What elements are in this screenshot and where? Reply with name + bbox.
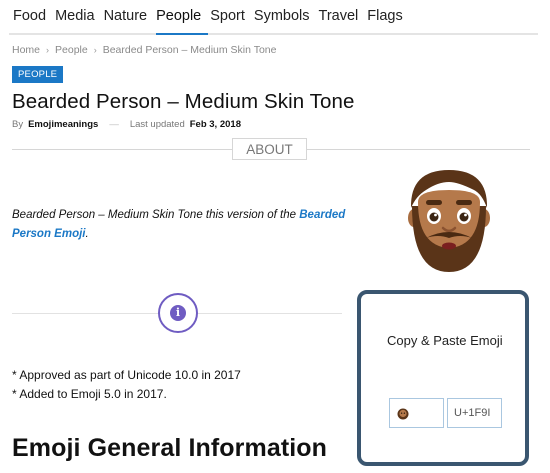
- info-badge: i: [158, 293, 198, 333]
- about-heading: ABOUT: [232, 138, 307, 160]
- breadcrumb-separator-icon: ›: [93, 45, 97, 55]
- nav-item-symbols[interactable]: Symbols: [254, 7, 310, 25]
- nav-items: Food Media Nature People Sport Symbols T…: [13, 7, 412, 25]
- copy-paste-card: Copy & Paste Emoji U+1F9I: [357, 290, 529, 466]
- nav-active-indicator: [156, 33, 208, 35]
- top-navigation: Food Media Nature People Sport Symbols T…: [0, 0, 550, 36]
- nav-item-flags[interactable]: Flags: [367, 7, 402, 25]
- author-link[interactable]: Emojimeanings: [28, 119, 98, 130]
- nav-item-travel[interactable]: Travel: [319, 7, 359, 25]
- emoji-description: Bearded Person – Medium Skin Tone this v…: [12, 206, 357, 244]
- meta-dash: —: [109, 119, 119, 130]
- emoji-copy-field[interactable]: [389, 398, 444, 428]
- copy-paste-label: Copy & Paste Emoji: [387, 333, 503, 348]
- description-text: Bearded Person – Medium Skin Tone this v…: [12, 209, 300, 221]
- info-icon: i: [170, 305, 186, 321]
- fact-unicode: * Approved as part of Unicode 10.0 in 20…: [12, 368, 241, 382]
- article-meta: By Emojimeanings — Last updated Feb 3, 2…: [12, 119, 241, 130]
- nav-item-nature[interactable]: Nature: [104, 7, 148, 25]
- unicode-code-field[interactable]: U+1F9I: [447, 398, 502, 428]
- breadcrumb-category[interactable]: People: [55, 44, 88, 56]
- nav-item-food[interactable]: Food: [13, 7, 46, 25]
- description-suffix: .: [85, 228, 89, 240]
- emoji-facts: * Approved as part of Unicode 10.0 in 20…: [12, 366, 241, 404]
- nav-item-sport[interactable]: Sport: [210, 7, 245, 25]
- breadcrumb-current: Bearded Person – Medium Skin Tone: [102, 44, 277, 56]
- bearded-person-emoji-icon: [408, 170, 490, 272]
- breadcrumb: Home › People › Bearded Person – Medium …: [12, 44, 276, 56]
- page-title: Bearded Person – Medium Skin Tone: [12, 90, 355, 113]
- category-badge[interactable]: PEOPLE: [12, 66, 64, 83]
- breadcrumb-separator-icon: ›: [46, 45, 50, 55]
- nav-item-people[interactable]: People: [156, 7, 201, 25]
- breadcrumb-home[interactable]: Home: [12, 44, 40, 56]
- updated-date: Feb 3, 2018: [189, 119, 241, 130]
- by-label: By: [12, 119, 24, 130]
- fact-emoji-version: * Added to Emoji 5.0 in 2017.: [12, 387, 167, 401]
- bearded-person-mini-icon: [397, 408, 409, 420]
- updated-label: Last updated: [129, 119, 185, 130]
- nav-item-media[interactable]: Media: [55, 7, 95, 25]
- section-heading: Emoji General Information: [12, 434, 328, 462]
- nav-divider: [9, 33, 538, 35]
